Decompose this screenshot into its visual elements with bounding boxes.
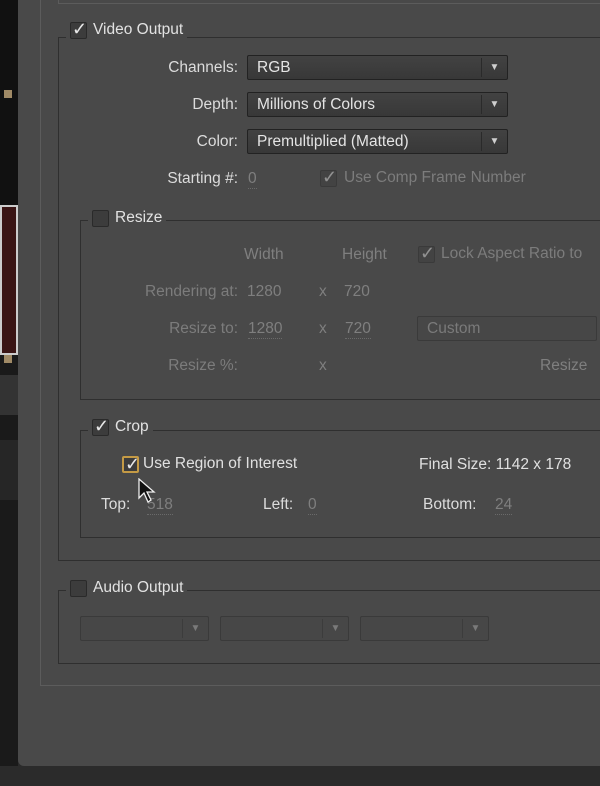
rendering-at-label: Rendering at: (144, 283, 238, 300)
channels-label: Channels: (168, 59, 238, 76)
rendering-height: 720 (344, 283, 370, 300)
background-app (0, 0, 18, 786)
width-header: Width (244, 246, 284, 263)
audio-sample-rate-dropdown[interactable]: ▼ (80, 616, 209, 641)
chevron-down-icon: ▼ (182, 619, 208, 638)
chevron-down-icon: ▼ (481, 58, 507, 77)
mouse-cursor-icon (138, 478, 156, 503)
final-size-text: Final Size: 1142 x 178 (419, 456, 572, 473)
starting-number-label: Starting #: (167, 170, 238, 187)
use-comp-frame-toggle[interactable]: Use Comp Frame Number (320, 167, 526, 188)
resize-width-field[interactable]: 1280 (248, 320, 283, 339)
depth-dropdown[interactable]: Millions of Colors ▼ (247, 92, 508, 117)
audio-bit-depth-dropdown[interactable]: ▼ (220, 616, 349, 641)
lock-aspect-toggle[interactable]: Lock Aspect Ratio to (418, 243, 582, 264)
output-module-dialog: Video Output Channels: RGB ▼ Depth: Mill… (18, 0, 600, 766)
channels-dropdown[interactable]: RGB ▼ (247, 55, 508, 80)
depth-label: Depth: (192, 96, 238, 113)
crop-group (80, 430, 600, 538)
crop-top-label: Top: (101, 496, 131, 513)
use-roi-toggle[interactable]: Use Region of Interest (122, 454, 297, 475)
video-output-toggle[interactable]: Video Output (66, 19, 188, 40)
use-roi-checkbox[interactable] (122, 454, 140, 475)
rendering-width: 1280 (247, 283, 282, 300)
audio-output-toggle[interactable]: Audio Output (66, 579, 188, 597)
crop-left-field[interactable]: 0 (308, 496, 317, 515)
starting-number-field[interactable]: 0 (248, 170, 257, 189)
crop-bottom-label: Bottom: (423, 496, 477, 513)
chevron-down-icon: ▼ (481, 95, 507, 114)
resize-percent-label: Resize %: (168, 357, 238, 374)
resize-to-label: Resize to: (169, 320, 238, 337)
chevron-down-icon: ▼ (322, 619, 348, 638)
height-header: Height (342, 246, 387, 263)
audio-output-checkbox[interactable] (70, 579, 87, 597)
resize-toggle[interactable]: Resize (88, 209, 167, 227)
crop-toggle[interactable]: Crop (88, 416, 153, 437)
resize-checkbox[interactable] (92, 209, 109, 227)
crop-bottom-field[interactable]: 24 (495, 496, 513, 515)
crop-checkbox[interactable] (92, 416, 109, 437)
resize-height-field[interactable]: 720 (345, 320, 371, 339)
video-output-checkbox[interactable] (70, 19, 87, 40)
background-app-bottom (0, 766, 600, 786)
color-dropdown[interactable]: Premultiplied (Matted) ▼ (247, 129, 508, 154)
resize-preset-dropdown[interactable]: Custom (417, 316, 597, 341)
lock-aspect-checkbox[interactable] (418, 243, 435, 264)
use-comp-frame-checkbox[interactable] (320, 167, 337, 188)
crop-left-label: Left: (263, 496, 294, 513)
chevron-down-icon: ▼ (481, 132, 507, 151)
audio-channels-dropdown[interactable]: ▼ (360, 616, 489, 641)
resize-quality-label: Resize (540, 357, 588, 374)
color-label: Color: (196, 133, 238, 150)
chevron-down-icon: ▼ (462, 619, 488, 638)
